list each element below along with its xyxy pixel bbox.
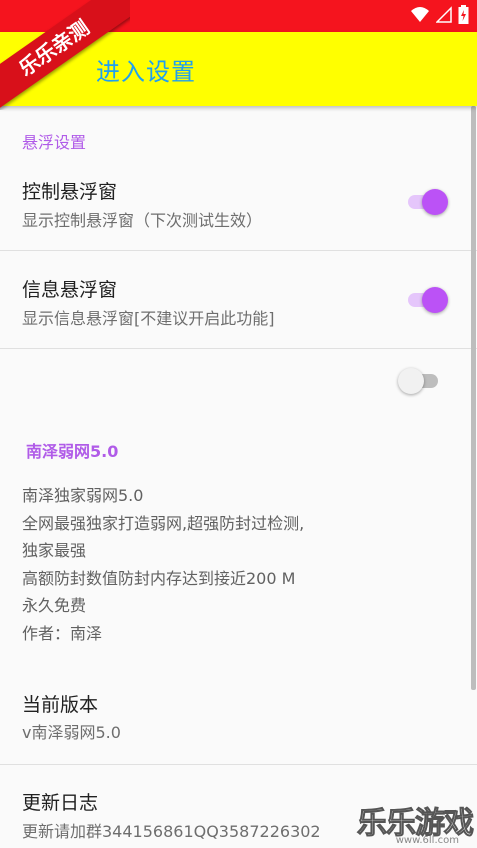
- item-title: 控制悬浮窗: [22, 181, 118, 203]
- divider: [0, 250, 477, 251]
- about-line: 全网最强独家打造弱网,超强防封过检测,: [22, 513, 305, 533]
- watermark-logo: 乐乐游戏 www.6ll.com: [355, 798, 475, 847]
- info-overlay-switch[interactable]: [404, 285, 450, 315]
- battery-icon: [458, 5, 469, 24]
- wifi-icon: [411, 7, 429, 22]
- watermark-url: www.6ll.com: [395, 835, 459, 846]
- about-line: 高额防封数值防封内存达到接近200 M: [22, 568, 296, 588]
- scrollbar[interactable]: [471, 106, 476, 690]
- changelog-value: 更新请加群344156861QQ3587226302: [22, 822, 321, 841]
- version-value: v南泽弱网5.0: [22, 723, 121, 742]
- section-header: 悬浮设置: [22, 133, 87, 152]
- item-title: 当前版本: [22, 694, 99, 716]
- about-line: 独家最强: [22, 541, 87, 560]
- about-line: 南泽独家弱网5.0: [22, 486, 144, 505]
- item-title: 更新日志: [22, 792, 99, 814]
- corner-ribbon: 乐乐亲测: [0, 0, 130, 110]
- status-icons: [410, 5, 469, 25]
- about-line: 永久免费: [22, 596, 87, 615]
- about-heading: 南泽弱网5.0: [26, 442, 119, 461]
- divider: [0, 764, 477, 765]
- item-title: 信息悬浮窗: [22, 279, 118, 301]
- unlabeled-switch[interactable]: [398, 366, 444, 396]
- about-line: 作者：南泽: [22, 623, 103, 643]
- about-text: 南泽独家弱网5.0 全网最强独家打造弱网,超强防封过检测, 独家最强 高额防封数…: [22, 482, 304, 647]
- item-subtitle: 显示信息悬浮窗[不建议开启此功能]: [22, 309, 275, 328]
- item-subtitle: 显示控制悬浮窗（下次测试生效）: [22, 211, 263, 230]
- control-overlay-switch[interactable]: [404, 187, 450, 217]
- divider: [0, 348, 477, 349]
- ribbon-label: 乐乐亲测: [0, 0, 130, 110]
- signal-icon: [436, 6, 452, 23]
